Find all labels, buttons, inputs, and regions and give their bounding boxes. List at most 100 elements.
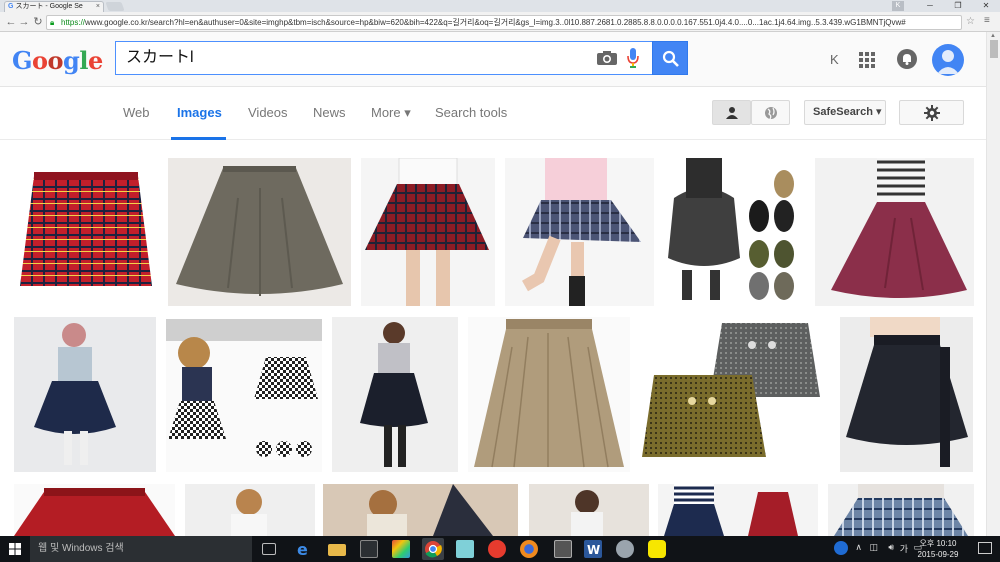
- account-initial[interactable]: K: [830, 52, 839, 67]
- volume-icon[interactable]: 🔊︎: [888, 542, 894, 553]
- image-result[interactable]: [166, 319, 322, 472]
- taskbar-search-box[interactable]: 웹 및 Windows 검색: [30, 536, 252, 562]
- image-result[interactable]: [14, 158, 158, 306]
- kakaotalk-icon[interactable]: [648, 540, 666, 558]
- logo-letter: o: [32, 46, 48, 75]
- logo-letter: o: [47, 46, 64, 75]
- calculator-icon[interactable]: [554, 540, 572, 558]
- network-icon[interactable]: ◫: [869, 542, 878, 553]
- personal-results-button[interactable]: [712, 100, 751, 125]
- new-tab-button[interactable]: [105, 2, 125, 11]
- maximize-icon[interactable]: ❐: [944, 0, 972, 12]
- word-icon[interactable]: W: [584, 540, 602, 558]
- notifications-icon[interactable]: [897, 49, 917, 69]
- logo-letter: G: [12, 46, 33, 75]
- chrome-icon[interactable]: [422, 538, 444, 560]
- window-controls: ─ ❐ ✕: [916, 0, 1000, 12]
- task-view-icon[interactable]: [262, 543, 276, 555]
- firefox-icon[interactable]: [520, 540, 538, 558]
- clock-time: 오후 10:10: [919, 539, 957, 548]
- file-explorer-icon[interactable]: [328, 544, 346, 556]
- scroll-up-icon[interactable]: ▲: [990, 33, 996, 39]
- profile-button[interactable]: K: [892, 1, 904, 11]
- image-result[interactable]: [840, 317, 973, 472]
- image-result[interactable]: [828, 484, 974, 536]
- reload-icon[interactable]: ↻: [31, 15, 45, 29]
- url-scheme: https://: [61, 18, 86, 27]
- action-center-icon[interactable]: [978, 542, 992, 554]
- camera-icon[interactable]: [597, 51, 617, 65]
- image-result[interactable]: [332, 317, 458, 472]
- taskbar-clock[interactable]: 오후 10:10 2015-09-29: [916, 538, 960, 560]
- search-input[interactable]: スカートl: [115, 41, 653, 75]
- person-icon: [726, 107, 738, 119]
- global-results-button[interactable]: [751, 100, 790, 125]
- search-icon: [662, 50, 679, 67]
- tray-app-icon[interactable]: [834, 541, 848, 555]
- tab-more[interactable]: More ▾: [371, 105, 411, 121]
- image-result[interactable]: [468, 317, 630, 472]
- tab-web[interactable]: Web: [123, 105, 150, 120]
- store-icon[interactable]: [360, 540, 378, 558]
- ime-indicator[interactable]: 가: [900, 542, 908, 555]
- close-window-icon[interactable]: ✕: [972, 0, 1000, 12]
- image-result[interactable]: [658, 484, 818, 536]
- browser-tab-title: スカート - Google Se: [15, 3, 83, 10]
- minimize-icon[interactable]: ─: [916, 0, 944, 12]
- browser-tab-strip: G スカート - Google Se × K ─ ❐ ✕: [0, 0, 1000, 12]
- svg-text:W: W: [587, 543, 600, 557]
- app-icon[interactable]: [616, 540, 634, 558]
- apps-grid-icon[interactable]: [859, 52, 875, 68]
- image-result[interactable]: [361, 158, 495, 306]
- svg-text:e: e: [297, 540, 308, 558]
- search-button[interactable]: [652, 41, 688, 75]
- image-result[interactable]: [529, 484, 649, 536]
- safesearch-dropdown[interactable]: SafeSearch ▾: [804, 100, 886, 125]
- image-result[interactable]: [505, 158, 654, 306]
- active-tab-indicator: [171, 137, 226, 140]
- app-icon[interactable]: [488, 540, 506, 558]
- image-result[interactable]: [185, 484, 315, 536]
- browser-window: { "browser": { "tab_title": "スカート - Goog…: [0, 0, 1000, 562]
- app-icon[interactable]: [392, 540, 410, 558]
- scrollbar-thumb[interactable]: [990, 40, 998, 58]
- windows-taskbar: 웹 및 Windows 검색 e W ∧ ◫ 🔊︎ 가 ▭ 오후 10:10 2…: [0, 536, 1000, 562]
- bookmark-star-icon[interactable]: ☆: [966, 16, 975, 27]
- close-tab-icon[interactable]: ×: [96, 2, 100, 12]
- logo-letter: e: [87, 46, 103, 75]
- back-icon[interactable]: ←: [4, 15, 18, 29]
- chevron-up-icon[interactable]: ∧: [855, 542, 862, 553]
- image-result[interactable]: [14, 484, 175, 536]
- clock-date: 2015-09-29: [917, 550, 959, 559]
- tab-videos[interactable]: Videos: [248, 105, 288, 120]
- google-header: Google スカートl K: [0, 32, 986, 87]
- lock-icon: 🔒︎: [50, 18, 55, 27]
- app-icon[interactable]: [456, 540, 474, 558]
- windows-start-icon[interactable]: [9, 543, 21, 555]
- globe-icon: [765, 107, 777, 120]
- image-result[interactable]: [323, 484, 518, 536]
- edge-icon[interactable]: e: [294, 540, 312, 559]
- image-result[interactable]: [640, 317, 830, 472]
- browser-toolbar: ← → ↻ 🔒︎ https://www.google.co.kr/search?…: [0, 12, 1000, 32]
- avatar[interactable]: [932, 44, 964, 76]
- tab-images[interactable]: Images: [177, 105, 222, 120]
- image-result[interactable]: [664, 158, 805, 306]
- settings-button[interactable]: [899, 100, 964, 125]
- forward-icon[interactable]: →: [17, 15, 31, 29]
- logo-letter: g: [63, 46, 80, 75]
- gear-icon: [924, 105, 940, 121]
- microphone-icon[interactable]: [627, 48, 639, 68]
- google-favicon-icon: G: [8, 3, 14, 10]
- logo-letter: l: [79, 46, 88, 75]
- browser-menu-icon[interactable]: ≡: [984, 15, 990, 26]
- page-scrollbar[interactable]: ▲: [986, 32, 1000, 536]
- tab-news[interactable]: News: [313, 105, 346, 120]
- tab-search-tools[interactable]: Search tools: [435, 105, 507, 120]
- image-result[interactable]: [815, 158, 974, 306]
- image-result[interactable]: [168, 158, 351, 306]
- google-logo[interactable]: Google: [12, 46, 103, 75]
- browser-tab[interactable]: G スカート - Google Se ×: [4, 1, 104, 12]
- image-result[interactable]: [14, 317, 156, 472]
- address-bar[interactable]: 🔒︎ https://www.google.co.kr/search?hl=en&…: [46, 15, 962, 30]
